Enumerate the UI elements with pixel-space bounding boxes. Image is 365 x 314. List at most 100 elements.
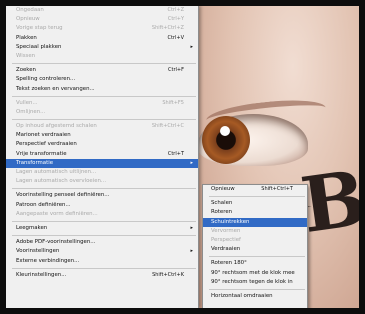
menu-item-vorige-stap-terug: Vorige stap terug Shift+Ctrl+Z [6,24,198,33]
menu-item-marionet-verdraaien[interactable]: Marionet verdraaien [6,131,198,140]
menu-item-label: Ongedaan [16,7,44,13]
menu-item-label: Voorinstellingen [16,248,60,255]
menu-item-label: Leegmaken [16,224,48,231]
menu-item-label: Omlijnen... [16,108,46,115]
menu-item-label: Tekst zoeken en vervangen... [16,85,95,92]
menu-item-label: Perspectief verdraaien [16,141,77,148]
menu-item-adobe-pdf-voorinstellingen[interactable]: Adobe PDF-voorinstellingen... [6,238,198,247]
menu-item-vullen: Vullen... Shift+F5 [6,99,198,108]
menu-item-label: Spelling controleren... [16,76,76,83]
menu-item-label: Patroon definiëren... [16,201,71,208]
submenu-arrow-icon: ▸ [190,248,193,255]
menu-item-tekst-zoeken-en-vervangen[interactable]: Tekst zoeken en vervangen... [6,85,198,94]
menu-separator [12,235,196,237]
menu-item-aangepaste-vorm-definieren: Aangepaste vorm definiëren... [6,210,198,219]
menu-item-label: Lagen automatisch overvloeien... [16,178,107,185]
menu-separator [209,256,305,258]
menu-item-label: Verdraaien [211,246,241,253]
menu-item-label: Vrije transformatie [16,150,67,157]
menu-item-perspectief: Perspectief [203,236,307,245]
menu-item-voorinstellingen[interactable]: Voorinstellingen ▸ [6,247,198,256]
menu-item-externe-verbindingen[interactable]: Externe verbindingen... [6,257,198,266]
menu-item-label: Schalen [211,200,233,207]
menu-separator [12,220,196,222]
submenu-arrow-icon: ▸ [190,159,193,166]
menu-item-spelling-controleren[interactable]: Spelling controleren... [6,75,198,84]
menu-item-speciaal-plakken[interactable]: Speciaal plakken ▸ [6,43,198,52]
menu-separator [209,196,305,198]
menu-item-90-rechtsom-tegen-de-klok-in[interactable]: 90° rechtsom tegen de klok in [203,278,307,287]
menu-item-label: Schuintrekken [211,218,250,225]
menu-item-shortcut: Ctrl+Z [167,7,184,13]
menu-item-schalen[interactable]: Schalen [203,199,307,208]
menu-item-horizontaal-omdraaien[interactable]: Horizontaal omdraaien [203,292,307,301]
menu-item-label: Aangepaste vorm definiëren... [16,210,98,217]
menu-item-label: Kleurinstellingen... [16,271,67,278]
menu-separator [12,95,196,97]
menu-item-90-rechtsom-met-de-klok-mee[interactable]: 90° rechtsom met de klok mee [203,269,307,278]
menu-item-roteren-180[interactable]: Roteren 180° [203,259,307,268]
menu-separator [12,188,196,190]
menu-item-lagen-automatisch-uitlijnen: Lagen automatisch uitlijnen... [6,168,198,177]
menu-item-label: Horizontaal omdraaien [211,292,273,299]
menu-item-vervormen: Vervormen [203,227,307,236]
menu-item-label: Roteren 180° [211,260,247,267]
menu-item-voorinstelling-penseel-definieren[interactable]: Voorinstelling penseel definiëren... [6,191,198,200]
menu-item-vrije-transformatie[interactable]: Vrije transformatie Ctrl+T [6,150,198,159]
menu-item-label: Plakken [16,34,37,41]
menu-item-shortcut: Shift+Ctrl+Z [151,25,184,32]
menu-item-plakken[interactable]: Plakken Ctrl+V [6,34,198,43]
menu-item-label: Perspectief [211,236,241,243]
eye-glint [220,126,230,136]
menu-item-label: 90° rechtsom met de klok mee [211,269,295,276]
menu-item-shortcut: Ctrl+T [167,150,184,157]
menu-item-verdraaien[interactable]: Verdraaien [203,245,307,254]
menu-item-schuintrekken[interactable]: Schuintrekken [203,217,307,227]
menu-item-shortcut: Shift+Ctrl+T [261,186,293,192]
menu-item-shortcut: Shift+F5 [162,99,184,106]
menu-item-shortcut: Shift+Ctrl+K [152,271,184,278]
menu-item-label: Voorinstelling penseel definiëren... [16,192,110,199]
edit-menu: Ongedaan Ctrl+Z Opnieuw Ctrl+Y Vorige stap t… [6,6,199,308]
menu-item-label: Wissen [16,52,36,59]
menu-item-label: Opnieuw [211,186,235,192]
menu-item-label: Vorige stap terug [16,25,63,32]
menu-separator [209,288,305,290]
menu-item-ongedaan: Ongedaan Ctrl+Z [6,6,198,15]
transform-submenu: Opnieuw Shift+Ctrl+T Schalen Roteren Schuint… [202,184,308,308]
menu-separator [12,267,196,269]
menu-item-zoeken[interactable]: Zoeken Ctrl+F [6,66,198,75]
menu-item-opnieuw[interactable]: Opnieuw Shift+Ctrl+T [203,185,307,194]
menu-item-label: Marionet verdraaien [16,132,71,139]
menu-item-label: Roteren [211,209,233,216]
menu-item-transformatie[interactable]: Transformatie ▸ [6,158,198,168]
menu-item-label: Vervormen [211,227,241,234]
menu-item-shortcut: Ctrl+F [168,67,184,74]
iris [202,116,250,164]
menu-item-lagen-automatisch-overvloeien: Lagen automatisch overvloeien... [6,177,198,186]
menu-item-shortcut: Ctrl+Y [167,16,184,23]
menu-item-patroon-definieren[interactable]: Patroon definiëren... [6,201,198,210]
menu-item-kleurinstellingen[interactable]: Kleurinstellingen... Shift+Ctrl+K [6,271,198,280]
menu-item-leegmaken[interactable]: Leegmaken ▸ [6,224,198,233]
menu-item-wissen: Wissen [6,52,198,61]
menu-item-label: Lagen automatisch uitlijnen... [16,169,97,175]
menu-item-op-inhoud-afgestemd-schalen: Op inhoud afgestemd schalen Shift+Ctrl+C [6,122,198,131]
menu-separator [12,63,196,65]
menu-item-opnieuw: Opnieuw Ctrl+Y [6,15,198,24]
menu-item-shortcut: Ctrl+V [167,34,184,41]
menu-item-label: Transformatie [16,159,54,166]
menu-item-label: Zoeken [16,67,36,74]
screenshot-frame: B Ongedaan Ctrl+Z Opnieuw Ctrl+Y Vorige stap… [6,6,359,308]
menu-item-label: Vullen... [16,99,38,106]
menu-item-perspectief-verdraaien[interactable]: Perspectief verdraaien [6,140,198,149]
submenu-arrow-icon: ▸ [190,224,193,231]
menu-item-label: Op inhoud afgestemd schalen [16,123,97,130]
menu-separator [12,119,196,121]
menu-item-label: Adobe PDF-voorinstellingen... [16,239,96,246]
menu-item-label: Externe verbindingen... [16,257,80,264]
menu-item-roteren[interactable]: Roteren [203,208,307,217]
menu-item-omlijnen: Omlijnen... [6,108,198,117]
menu-item-label: Opnieuw [16,16,40,23]
submenu-arrow-icon: ▸ [190,43,193,50]
